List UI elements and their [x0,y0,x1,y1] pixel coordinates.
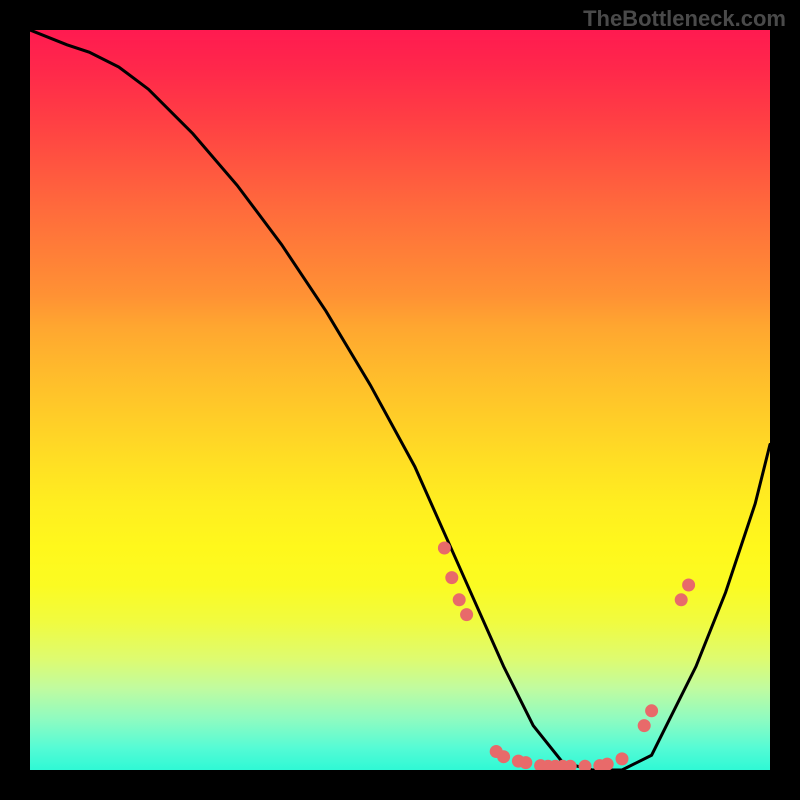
data-point [675,593,688,606]
data-point [490,745,503,758]
data-point [593,759,606,770]
data-point [438,542,451,555]
data-point [542,760,555,770]
data-point [445,571,458,584]
plot-area [30,30,770,770]
data-point [616,752,629,765]
chart-svg [30,30,770,770]
data-point [638,719,651,732]
data-point [512,755,525,768]
watermark-text: TheBottleneck.com [583,6,786,32]
curve-markers [438,542,695,771]
data-point [682,579,695,592]
data-point [549,760,562,770]
data-point [556,760,569,770]
data-point [645,704,658,717]
data-point [564,760,577,770]
data-point [453,593,466,606]
data-point [497,750,510,763]
data-point [534,759,547,770]
bottleneck-curve [30,30,770,770]
data-point [601,758,614,770]
data-point [460,608,473,621]
data-point [579,760,592,770]
data-point [519,756,532,769]
